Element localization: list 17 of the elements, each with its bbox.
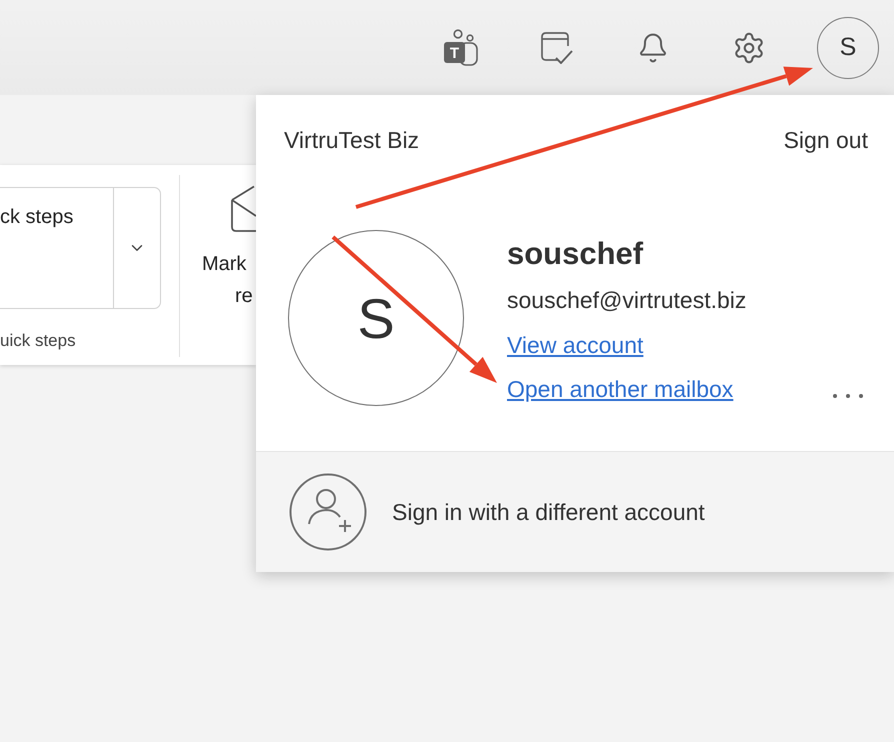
group-label: uick steps [0, 331, 77, 351]
email-address: souschef@virtrutest.biz [507, 287, 746, 313]
sign-out-button[interactable]: Sign out [784, 127, 868, 153]
more-icon[interactable] [832, 393, 864, 399]
add-person-icon [289, 473, 367, 551]
envelope-icon [230, 185, 256, 233]
display-name: souschef [507, 236, 644, 272]
mark-read-button[interactable]: Mark re [200, 185, 256, 330]
account-link[interactable]: View account [507, 332, 644, 358]
profile-avatar: S [288, 230, 464, 406]
different-account-button[interactable]: Sign in with a different account [256, 452, 894, 572]
account-link[interactable]: Open another mailbox [507, 376, 734, 402]
quick-steps-button[interactable]: ck steps [0, 187, 113, 309]
account-avatar-button[interactable]: S [817, 16, 879, 78]
organization-name: VirtruTest Biz [284, 127, 420, 153]
calendar-check-icon[interactable] [540, 30, 574, 64]
bell-icon[interactable] [637, 32, 669, 64]
